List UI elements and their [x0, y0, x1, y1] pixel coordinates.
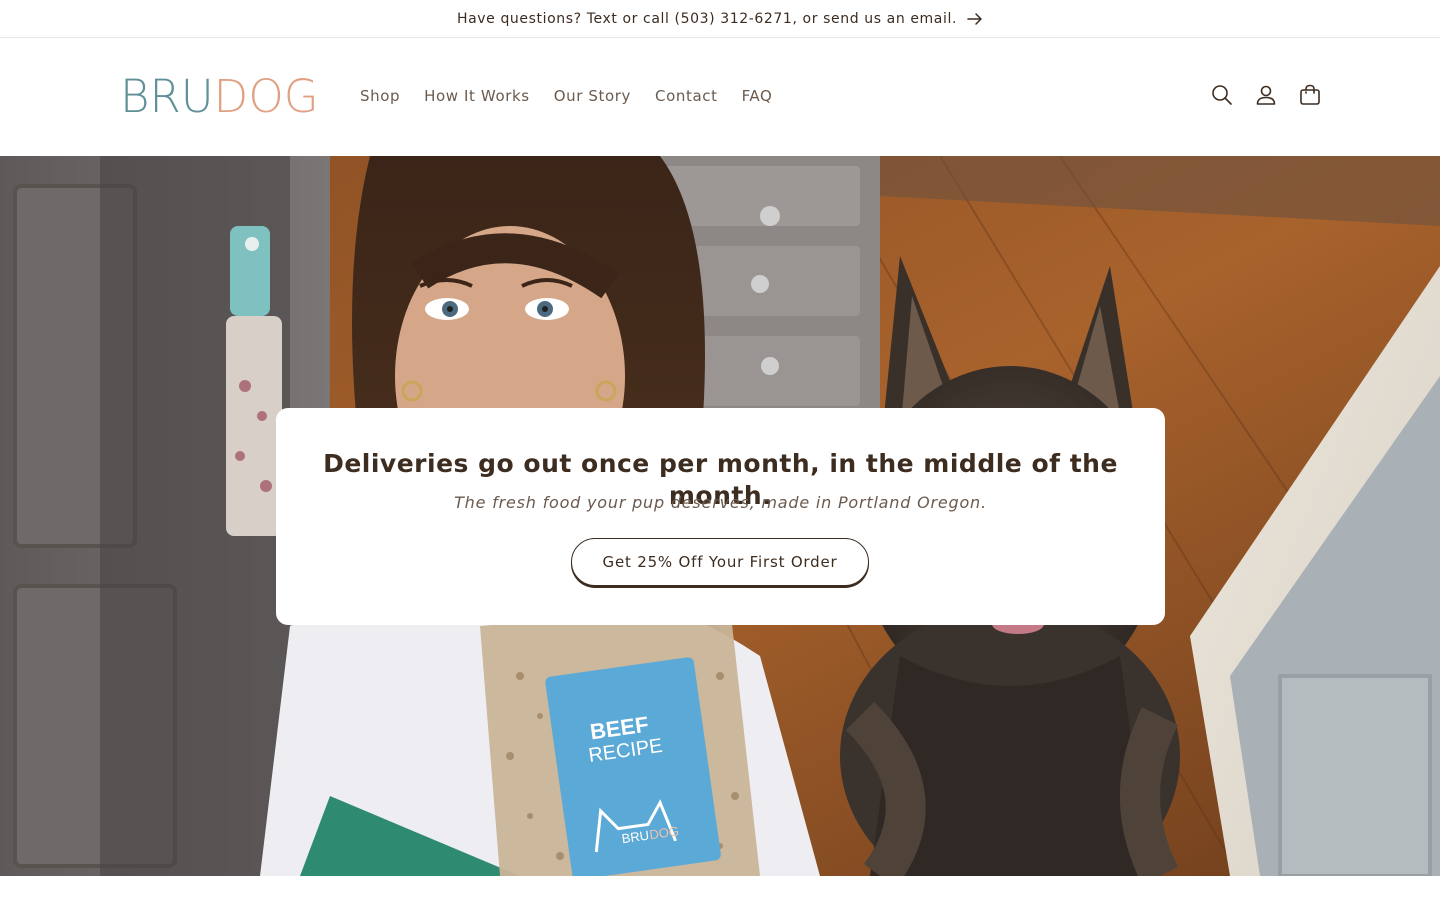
- brand-logo[interactable]: BRUDOG: [120, 72, 319, 122]
- arrow-right-icon: [967, 12, 983, 26]
- cta-button[interactable]: Get 25% Off Your First Order: [571, 538, 869, 586]
- logo-part-dog: DOG: [213, 70, 319, 123]
- hero-subtitle: The fresh food your pup deserves, made i…: [454, 493, 987, 512]
- nav-link-contact[interactable]: Contact: [643, 84, 730, 108]
- account-icon[interactable]: [1254, 83, 1278, 107]
- nav-link-shop[interactable]: Shop: [348, 84, 412, 108]
- food-bag-label: BEEF RECIPE BRU DOG: [545, 657, 721, 876]
- hero-card: Deliveries go out once per month, in the…: [276, 408, 1165, 625]
- nav-link-how-it-works[interactable]: How It Works: [412, 84, 542, 108]
- nav-link-our-story[interactable]: Our Story: [542, 84, 643, 108]
- search-icon[interactable]: [1210, 83, 1234, 107]
- logo-part-bru: BRU: [120, 70, 214, 123]
- nav-link-faq[interactable]: FAQ: [730, 84, 785, 108]
- main-nav: Shop How It Works Our Story Contact FAQ: [348, 84, 784, 108]
- cart-icon[interactable]: [1298, 83, 1322, 107]
- announcement-bar[interactable]: Have questions? Text or call (503) 312-6…: [0, 0, 1440, 38]
- site-header: BRUDOG Shop How It Works Our Story Conta…: [0, 39, 1440, 156]
- hero-banner: BEEF RECIPE BRU DOG Deliveries go out on…: [0, 156, 1440, 876]
- announcement-text: Have questions? Text or call (503) 312-6…: [456, 10, 958, 27]
- header-icons: [1210, 83, 1322, 107]
